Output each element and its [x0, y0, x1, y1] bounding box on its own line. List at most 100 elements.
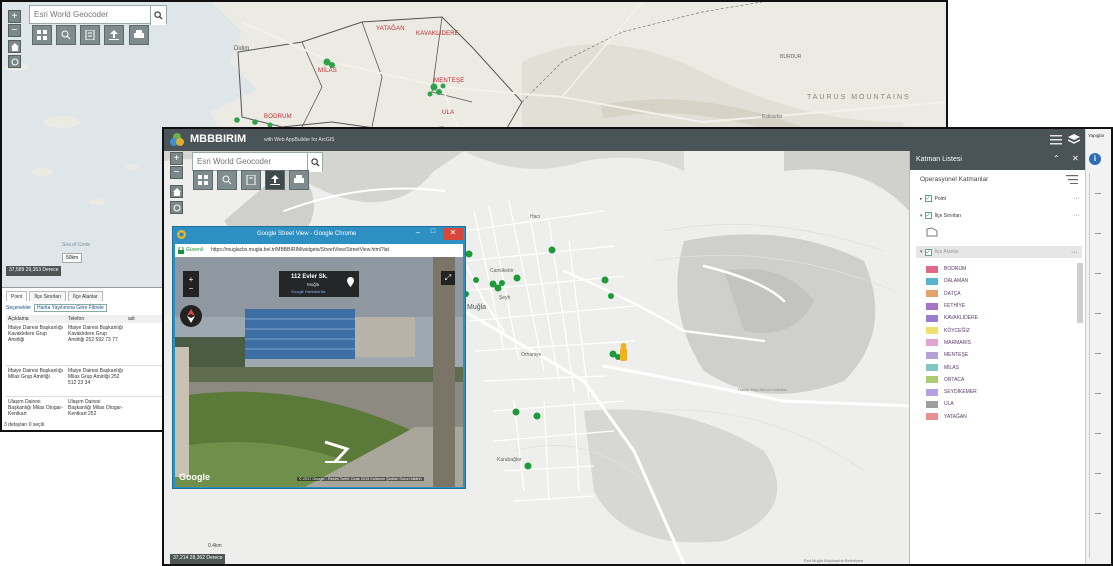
table-row[interactable]: İtfaiye Dairesi Başkanlığı Milas Grup Am…	[6, 367, 164, 397]
legend-list: BODRUM DALAMAN DATÇA FETHİYE KAVAKLIDERE…	[926, 263, 1076, 423]
sv-zoom-in-button[interactable]: +	[189, 275, 194, 284]
zoom-out-button[interactable]: −	[8, 24, 21, 37]
search-input[interactable]	[30, 6, 151, 23]
basemap-gallery-button[interactable]	[32, 25, 52, 45]
search-input[interactable]	[193, 153, 307, 170]
legend-label: KÖYCEĞİZ	[944, 327, 970, 334]
legend-item: KÖYCEĞİZ	[926, 324, 1076, 336]
tab-point[interactable]: Point	[6, 291, 28, 301]
address-city: Muğla	[307, 282, 320, 287]
legend-swatch	[926, 339, 938, 347]
zoom-in-button[interactable]: +	[170, 152, 183, 165]
options-menu[interactable]: Seçenekler	[6, 305, 31, 311]
layer-checkbox[interactable]: ✓	[924, 195, 932, 202]
compass-icon[interactable]	[180, 305, 202, 327]
list-icon[interactable]	[1050, 135, 1062, 145]
legend-swatch	[926, 314, 938, 322]
search-icon[interactable]	[150, 6, 166, 25]
home-icon	[172, 187, 181, 196]
legend-item: FETHİYE	[926, 300, 1076, 312]
map-pin-icon[interactable]	[347, 277, 354, 287]
search-icon[interactable]	[307, 153, 322, 172]
expand-icon[interactable]: ▾	[920, 249, 923, 255]
locate-button[interactable]	[8, 55, 21, 68]
legend-swatch	[926, 388, 938, 396]
tab-ilce-alanlar[interactable]: İlçe Alanlar	[68, 291, 103, 301]
tab-ilce-sinirlari[interactable]: İlçe Sınırları	[29, 291, 67, 301]
polygon-symbol-icon	[926, 227, 938, 237]
query-button[interactable]	[56, 25, 76, 45]
panel-scrollbar[interactable]	[1077, 263, 1083, 323]
open-in-maps-link[interactable]: Google Haritalar'da	[291, 289, 325, 294]
cell-aciklama: Ulaşım Dairesi Başkanlığı Milas Otogar-K…	[8, 399, 63, 417]
close-button[interactable]: ✕	[443, 228, 463, 240]
collapse-icon[interactable]: ⌃	[1053, 154, 1060, 163]
layer-options-icon[interactable]: ···	[1073, 212, 1080, 219]
layer-list-panel: Katman Listesi ⌃ ✕ Operasyonel Katmanlar…	[909, 151, 1086, 564]
fullscreen-button[interactable]: ⤢	[441, 271, 455, 285]
sv-zoom-control[interactable]: + −	[183, 271, 199, 297]
address-title: 112 Evler Sk.	[291, 274, 328, 280]
layer-options-icon[interactable]: ···	[1073, 195, 1080, 202]
legend-swatch	[926, 277, 938, 285]
layers-icon[interactable]	[1068, 134, 1080, 146]
legend-swatch	[926, 413, 938, 421]
address-card: 112 Evler Sk. Muğla Google Haritalar'da	[279, 271, 359, 297]
town-label-yatagan: YATAĞAN	[376, 26, 405, 32]
locate-button[interactable]	[170, 201, 183, 214]
home-icon	[10, 42, 19, 51]
basemap-gallery-button[interactable]	[193, 170, 213, 190]
corner-label: Yapıglar	[1088, 133, 1105, 138]
expand-icon[interactable]: ▾	[920, 213, 923, 219]
measure-button[interactable]	[241, 170, 261, 190]
layer-row-ilce-sinirlari[interactable]: ▾ ✓ İlçe Sınırları ···	[920, 212, 1080, 219]
info-icon[interactable]: i	[1089, 153, 1101, 165]
layer-row-point[interactable]: ▸ ✓ Point ···	[920, 195, 1080, 202]
layer-options-icon[interactable]: ···	[1071, 249, 1078, 256]
table-row[interactable]: İtfaiye Dairesi Başkanlığı Kavaklıdere G…	[6, 324, 164, 366]
street-view-panorama[interactable]: + − 112 Evler Sk. Muğla Google Haritalar'…	[175, 257, 463, 487]
layer-checkbox[interactable]: ✓	[924, 212, 932, 219]
print-button[interactable]	[129, 25, 149, 45]
document-icon	[246, 175, 256, 185]
attribute-table: Point İlçe Sınırları İlçe Alanlar Seçene…	[2, 287, 166, 430]
secure-label: Güvenli	[186, 247, 203, 253]
geocoder-search[interactable]	[29, 5, 167, 25]
column-header[interactable]: Telefon	[66, 315, 126, 323]
minimize-button[interactable]: –	[411, 228, 425, 240]
legend-label: ORTACA	[944, 376, 965, 383]
filter-menu-icon[interactable]	[1066, 175, 1078, 184]
legend-item: ORTACA	[926, 374, 1076, 386]
measure-button[interactable]	[80, 25, 100, 45]
home-button[interactable]	[170, 185, 183, 198]
query-button[interactable]	[217, 170, 237, 190]
layer-row-ilce-alanlar[interactable]: ▾ ✓ İlçe Alanlar ···	[916, 246, 1082, 258]
sv-zoom-out-button[interactable]: −	[189, 284, 194, 293]
upload-button[interactable]	[265, 170, 285, 190]
upload-icon	[109, 30, 119, 40]
legend-label: MİLAS	[944, 364, 960, 371]
legend-label: SEYDİKEMER	[944, 389, 977, 396]
home-button[interactable]	[8, 40, 21, 53]
filter-by-extent-button[interactable]: Harita Yayılımına Göre Filtrele	[34, 304, 107, 312]
geocoder-search[interactable]	[192, 152, 323, 172]
close-icon[interactable]: ✕	[1072, 154, 1079, 163]
legend-item: MARMARİS	[926, 337, 1076, 349]
legend-item: ULA	[926, 398, 1076, 410]
place-label-eskisehir: Eskisehir	[762, 114, 783, 120]
column-header[interactable]: Açıklama	[6, 315, 66, 323]
upload-button[interactable]	[104, 25, 124, 45]
zoom-in-button[interactable]: +	[8, 10, 21, 23]
app-logo-icon	[170, 133, 184, 146]
column-header[interactable]: adi	[126, 315, 164, 323]
table-row[interactable]: Ulaşım Dairesi Başkanlığı Milas Otogar-K…	[6, 398, 164, 422]
place-label-seyh: Şeyh	[499, 295, 511, 301]
address-bar[interactable]: Güvenli https://muglacbs.mugla.bel.tr/MB…	[175, 244, 463, 257]
window-title: Google Street View - Google Chrome	[257, 231, 357, 237]
zoom-out-button[interactable]: −	[170, 166, 183, 179]
layer-checkbox[interactable]: ✓	[924, 248, 932, 256]
attribute-tabs: Point İlçe Sınırları İlçe Alanlar	[6, 291, 103, 301]
expand-icon[interactable]: ▸	[920, 196, 923, 202]
print-button[interactable]	[289, 170, 309, 190]
maximize-button[interactable]: □	[426, 228, 440, 240]
